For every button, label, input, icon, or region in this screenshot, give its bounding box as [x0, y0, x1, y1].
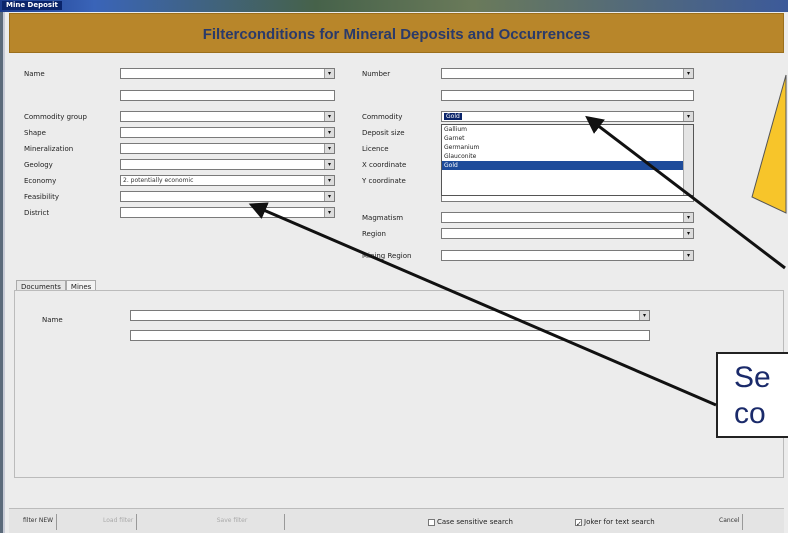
arrow-to-economy	[248, 202, 717, 407]
arrow-to-commodity	[585, 115, 786, 270]
annotation-arrows	[248, 115, 786, 407]
